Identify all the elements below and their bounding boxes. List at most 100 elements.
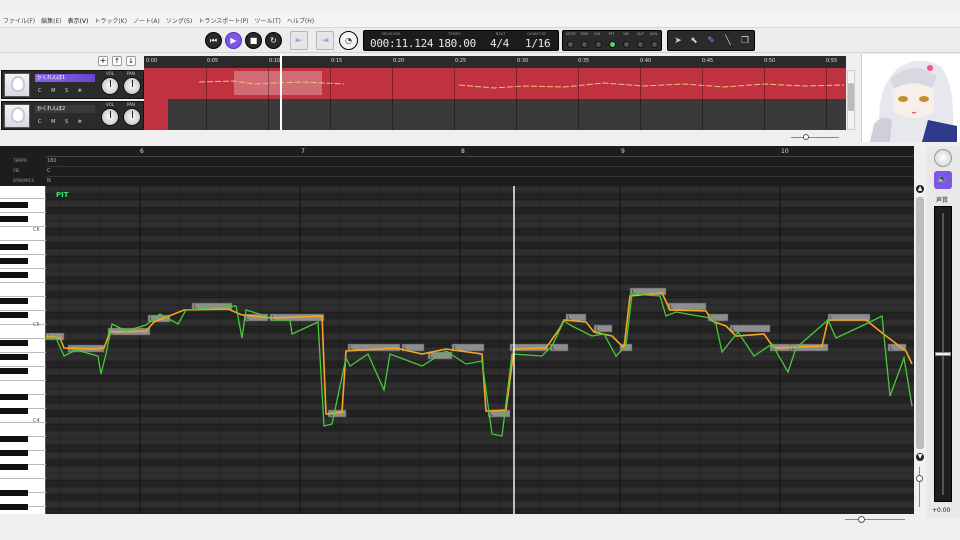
track-mute-button[interactable]: M <box>51 119 55 125</box>
menu-file[interactable]: ファイル(F) <box>3 16 35 25</box>
menu-view[interactable]: 表示(V) <box>68 16 89 25</box>
move-track-up-button[interactable]: ↑ <box>112 56 122 66</box>
pencil-tool-icon[interactable]: ✎ <box>704 34 718 48</box>
note-grid[interactable]: LLLLLLLLLLLLLLLLLLLLLLLLLL PIT <box>46 186 914 514</box>
timeline-tick: 0:50 <box>764 58 776 64</box>
voice-quality-slider[interactable] <box>934 206 952 502</box>
auto-scroll-icon[interactable]: ⇥ <box>316 31 334 50</box>
pan-knob[interactable] <box>123 77 141 95</box>
track-row-1[interactable]: かくれんぼ1 C M S ❄ VOL PAN <box>1 70 144 99</box>
timeline-tick: 0:30 <box>517 58 529 64</box>
metronome-icon[interactable]: ◔ <box>339 31 358 50</box>
vertical-zoom-track[interactable] <box>919 467 920 507</box>
track-freeze-button[interactable]: ❄ <box>78 88 82 94</box>
mode-vol-label: VOL <box>594 32 602 36</box>
roll-hscroll[interactable] <box>0 514 927 526</box>
menu-note[interactable]: ノート(A) <box>133 16 160 25</box>
bar-number: 6 <box>140 148 144 155</box>
horizontal-zoom-thumb[interactable] <box>858 516 865 523</box>
timeline-tick: 0:40 <box>640 58 652 64</box>
key-label-c5: C5 <box>33 322 40 328</box>
track-c-button[interactable]: C <box>38 119 42 125</box>
timeline-tick: 0:55 <box>826 58 838 64</box>
track-vscroll[interactable] <box>847 70 855 130</box>
select-tool-icon[interactable]: ⬉ <box>687 34 701 48</box>
loop-button[interactable]: ↻ <box>265 32 282 49</box>
tempo-value-text: 180 <box>47 158 57 164</box>
note-block[interactable] <box>667 302 707 311</box>
singer-illustration <box>862 54 960 142</box>
roll-vscroll[interactable]: ▲ ▼ <box>914 185 926 515</box>
track-freeze-button[interactable]: ❄ <box>78 119 82 125</box>
edit-mode-panel: NOTE TIME VOL PIT VIB ALP ALN <box>562 30 662 51</box>
param-tempo-label: TEMPO <box>13 158 27 163</box>
scroll-down-icon[interactable]: ▼ <box>916 453 924 461</box>
bar-number: 7 <box>301 148 305 155</box>
voice-quality-value: +0.00 <box>932 507 951 514</box>
loop-range-icon[interactable]: ⇤ <box>290 31 308 50</box>
speaker-icon[interactable]: 🔈 <box>934 171 952 189</box>
mode-note-toggle[interactable] <box>567 41 574 48</box>
piano-keyboard[interactable]: C6 C5 C4 <box>0 186 46 514</box>
track-controls: + ↑ ↓ <box>98 56 142 67</box>
window-tool-icon[interactable]: ❐ <box>738 34 752 48</box>
horizontal-zoom-track[interactable] <box>845 519 905 520</box>
mode-aln-toggle[interactable] <box>651 41 658 48</box>
scroll-up-icon[interactable]: ▲ <box>916 185 924 193</box>
mode-pit-label: PIT <box>609 32 615 36</box>
track-lanes[interactable] <box>144 54 846 130</box>
track-solo-button[interactable]: S <box>65 119 68 125</box>
menu-track[interactable]: トラック(K) <box>94 16 127 25</box>
note-lyric: L <box>890 346 893 352</box>
track-solo-button[interactable]: S <box>65 88 68 94</box>
menu-help[interactable]: ヘルプ(H) <box>287 16 314 25</box>
voice-quality-thumb[interactable] <box>935 352 951 356</box>
track-zoom-slider[interactable] <box>785 134 845 140</box>
status-bar <box>0 526 960 540</box>
beat-value[interactable]: 4/4 <box>490 37 509 50</box>
timeline-tick: 0:10 <box>269 58 281 64</box>
pitch-knob[interactable] <box>934 149 952 167</box>
menu-song[interactable]: ソング(S) <box>166 16 193 25</box>
volume-knob[interactable] <box>101 77 119 95</box>
dynamics-value-text: N <box>47 178 51 184</box>
track2-region[interactable] <box>144 99 168 130</box>
rewind-button[interactable]: ⏮ <box>205 32 222 49</box>
voice-quality-label: 声質 <box>936 197 949 204</box>
mode-alp-toggle[interactable] <box>637 41 644 48</box>
quantize-value[interactable]: 1/16 <box>525 37 551 50</box>
track-vscroll-thumb[interactable] <box>848 83 854 111</box>
menu-transport[interactable]: トランスポート(P) <box>198 16 248 25</box>
measure-value: 000:11.124 <box>370 37 434 50</box>
parameter-rows: TEMPO VEI DYNAMICS 180 C N 6 7 8 9 10 <box>0 146 914 186</box>
mode-vib-toggle[interactable] <box>623 41 630 48</box>
mode-vol-toggle[interactable] <box>595 41 602 48</box>
track-zoom-thumb[interactable] <box>803 134 809 140</box>
track-name[interactable]: かくれんぼ1 <box>35 74 95 82</box>
note-grid-canvas[interactable]: LLLLLLLLLLLLLLLLLLLLLLLLLL <box>46 186 914 514</box>
stop-button[interactable]: ■ <box>245 32 262 49</box>
track-c-button[interactable]: C <box>38 88 42 94</box>
vertical-zoom-thumb[interactable] <box>916 475 923 482</box>
menu-tools[interactable]: ツール(T) <box>255 16 281 25</box>
note-lyric: L <box>490 412 493 418</box>
add-track-button[interactable]: + <box>98 56 108 66</box>
bar-number: 9 <box>621 148 625 155</box>
mode-time-toggle[interactable] <box>581 41 588 48</box>
note-block[interactable] <box>729 324 771 333</box>
song-playhead[interactable] <box>280 54 282 130</box>
track-row-2[interactable]: かくれんぼ2 C M S ❄ VOL PAN <box>1 101 144 130</box>
play-button[interactable]: ▶ <box>225 32 242 49</box>
song-timeline[interactable]: 0:00 0:05 0:10 0:15 0:20 0:25 0:30 0:35 … <box>144 56 846 68</box>
mode-pit-toggle[interactable] <box>609 41 616 48</box>
roll-vscroll-thumb[interactable] <box>916 197 924 449</box>
line-tool-icon[interactable]: ╲ <box>721 34 735 48</box>
pan-knob[interactable] <box>123 108 141 126</box>
volume-knob[interactable] <box>101 108 119 126</box>
move-track-down-button[interactable]: ↓ <box>126 56 136 66</box>
tempo-value[interactable]: 180.00 <box>438 37 476 50</box>
menu-edit[interactable]: 編集(E) <box>41 16 61 25</box>
arrow-tool-icon[interactable]: ➤ <box>671 34 685 48</box>
track-name[interactable]: かくれんぼ2 <box>35 105 95 113</box>
track-mute-button[interactable]: M <box>51 88 55 94</box>
